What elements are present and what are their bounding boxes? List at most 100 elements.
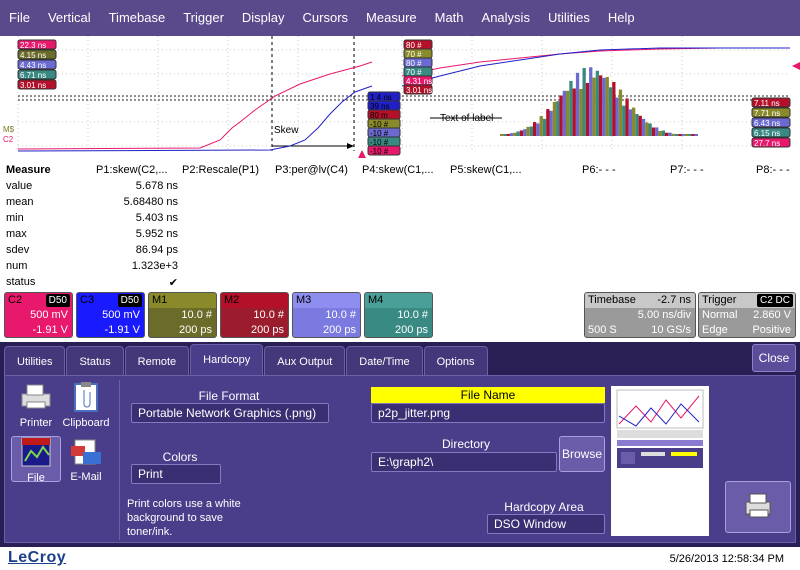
printer-icon bbox=[21, 384, 51, 409]
measure-param-6[interactable]: P6:- - - bbox=[582, 164, 616, 176]
histo-tag[interactable]: 3.01 ns bbox=[403, 84, 433, 95]
menu-vertical[interactable]: Vertical bbox=[39, 0, 100, 36]
menu-trigger[interactable]: Trigger bbox=[174, 0, 233, 36]
timebase-descriptor[interactable]: Timebase -2.7 ns 5.00 ns/div 500 S 10 GS/s bbox=[584, 292, 696, 338]
descriptor-m3[interactable]: M3 10.0 # 200 ps bbox=[292, 292, 361, 338]
menu-math[interactable]: Math bbox=[426, 0, 473, 36]
descriptor-m1[interactable]: M1 10.0 # 200 ps bbox=[148, 292, 217, 338]
timebase-samples: 500 S bbox=[588, 324, 617, 336]
directory-input[interactable]: E:\graph2\ bbox=[371, 452, 557, 472]
measure-param-4[interactable]: P4:skew(C1,... bbox=[362, 164, 434, 176]
hardcopy-area-title: Hardcopy Area bbox=[504, 500, 584, 514]
histogram-bar bbox=[516, 131, 520, 136]
measure-row-value: 5.952 ns bbox=[135, 228, 178, 240]
file-name-input[interactable]: p2p_jitter.png bbox=[371, 403, 605, 423]
tab-date-time[interactable]: Date/Time bbox=[346, 346, 423, 376]
measure-row-value: 1.323e+3 bbox=[131, 260, 178, 272]
trigger-descriptor[interactable]: Trigger C2 DC Normal 2.860 V Edge Positive bbox=[698, 292, 796, 338]
mid-measure-tag[interactable]: -10 # bbox=[367, 145, 401, 156]
descriptor-name: M4 bbox=[368, 294, 384, 306]
text-of-label: Text of label bbox=[440, 113, 493, 124]
email-label: E-Mail bbox=[70, 471, 102, 483]
menu-measure[interactable]: Measure bbox=[357, 0, 426, 36]
printer-button[interactable]: Printer bbox=[11, 382, 61, 429]
histogram-bar bbox=[641, 118, 646, 136]
measure-param-5[interactable]: P5:skew(C1,... bbox=[450, 164, 522, 176]
histogram-bar bbox=[674, 134, 679, 136]
descriptor-line2: 200 ps bbox=[322, 324, 356, 336]
email-button[interactable]: E-Mail bbox=[61, 436, 111, 483]
histogram-bar bbox=[635, 114, 639, 136]
histogram-bar bbox=[655, 127, 659, 136]
measure-param-7[interactable]: P7:- - - bbox=[670, 164, 704, 176]
histogram-bar bbox=[575, 72, 580, 136]
colors-select[interactable]: Print bbox=[131, 464, 221, 484]
tab-utilities[interactable]: Utilities bbox=[4, 346, 66, 376]
browse-button[interactable]: Browse bbox=[559, 436, 605, 472]
right-measure-tag[interactable]: 7.71 ns bbox=[751, 107, 791, 118]
measure-row-label: value bbox=[6, 180, 33, 192]
histogram-bar bbox=[562, 90, 566, 136]
tab-options[interactable]: Options bbox=[423, 346, 488, 376]
left-measure-tag-text: 3.01 ns bbox=[20, 81, 46, 90]
print-button[interactable] bbox=[725, 481, 791, 533]
descriptor-c3[interactable]: C3 D50 500 mV -1.91 V bbox=[76, 292, 145, 338]
file-format-select[interactable]: Portable Network Graphics (.png) bbox=[131, 403, 329, 423]
histogram-bar bbox=[572, 88, 576, 136]
hardcopy-preview bbox=[611, 386, 709, 536]
descriptor-line1: 10.0 # bbox=[253, 309, 284, 321]
tab-hardcopy[interactable]: Hardcopy bbox=[190, 344, 264, 376]
trigger-level-marker[interactable] bbox=[792, 62, 800, 70]
histogram-bar bbox=[585, 82, 590, 136]
right-measure-tag[interactable]: 27.7 ns bbox=[751, 137, 791, 148]
descriptor-m2[interactable]: M2 10.0 # 200 ps bbox=[220, 292, 289, 338]
histogram-bar bbox=[579, 88, 583, 136]
left-measure-tag[interactable]: 3.01 ns bbox=[17, 79, 57, 90]
tab-aux-output[interactable]: Aux Output bbox=[264, 346, 346, 376]
descriptor-line2: 200 ps bbox=[250, 324, 284, 336]
hardcopy-area-select[interactable]: DSO Window bbox=[487, 514, 605, 534]
menu-display[interactable]: Display bbox=[233, 0, 294, 36]
left-measure-tag[interactable]: 6.71 ns bbox=[17, 69, 57, 80]
trigger-position-marker[interactable] bbox=[358, 150, 366, 158]
waveform-display[interactable]: Text of label Skew M$ C2 22.3 ns 4.15 ns 4… bbox=[0, 36, 800, 158]
tab-status[interactable]: Status bbox=[66, 346, 124, 376]
right-measure-tag-text: 6.43 ns bbox=[754, 119, 780, 128]
histogram-bar bbox=[665, 132, 669, 136]
histogram-bar bbox=[509, 133, 514, 136]
measure-param-3[interactable]: P3:per@lv(C4) bbox=[275, 164, 348, 176]
right-measure-tag[interactable]: 6.15 ns bbox=[751, 127, 791, 138]
histogram-bar bbox=[523, 129, 527, 136]
menu-analysis[interactable]: Analysis bbox=[473, 0, 539, 36]
menu-timebase[interactable]: Timebase bbox=[100, 0, 175, 36]
left-measure-tag[interactable]: 4.15 ns bbox=[17, 49, 57, 60]
histogram-bar bbox=[618, 89, 623, 136]
left-measure-tag-text: 6.71 ns bbox=[20, 71, 46, 80]
measure-param-1[interactable]: P1:skew(C2,... bbox=[96, 164, 168, 176]
descriptor-c2[interactable]: C2 D50 500 mV -1.91 V bbox=[4, 292, 73, 338]
right-measure-tag-text: 6.15 ns bbox=[754, 129, 780, 138]
measure-row-label: max bbox=[6, 228, 27, 240]
measure-param-2[interactable]: P2:Rescale(P1) bbox=[182, 164, 259, 176]
right-measure-tag[interactable]: 7.11 ns bbox=[751, 97, 791, 108]
menu-help[interactable]: Help bbox=[599, 0, 644, 36]
measure-param-8[interactable]: P8:- - - bbox=[756, 164, 790, 176]
right-measure-tag[interactable]: 6.43 ns bbox=[751, 117, 791, 128]
menu-cursors[interactable]: Cursors bbox=[294, 0, 358, 36]
left-measure-tag[interactable]: 22.3 ns bbox=[17, 39, 57, 50]
file-button[interactable]: File bbox=[11, 436, 61, 484]
close-button[interactable]: Close bbox=[752, 344, 796, 372]
file-label: File bbox=[27, 472, 45, 484]
menu-utilities[interactable]: Utilities bbox=[539, 0, 599, 36]
descriptor-coupling-tag: D50 bbox=[45, 294, 70, 307]
histogram-bar bbox=[519, 130, 524, 136]
clipboard-label: Clipboard bbox=[62, 417, 110, 429]
descriptor-bar: Timebase -2.7 ns 5.00 ns/div 500 S 10 GS/s… bbox=[0, 290, 800, 340]
left-measure-tag[interactable]: 4.43 ns bbox=[17, 59, 57, 70]
menu-file[interactable]: File bbox=[0, 0, 39, 36]
clipboard-button[interactable]: Clipboard bbox=[61, 382, 111, 429]
measure-table: Measure P1:skew(C2,... P2:Rescale(P1) P3:p… bbox=[0, 160, 800, 290]
tab-remote[interactable]: Remote bbox=[124, 346, 190, 376]
trigger-tags: C2 DC bbox=[756, 294, 793, 307]
descriptor-m4[interactable]: M4 10.0 # 200 ps bbox=[364, 292, 433, 338]
